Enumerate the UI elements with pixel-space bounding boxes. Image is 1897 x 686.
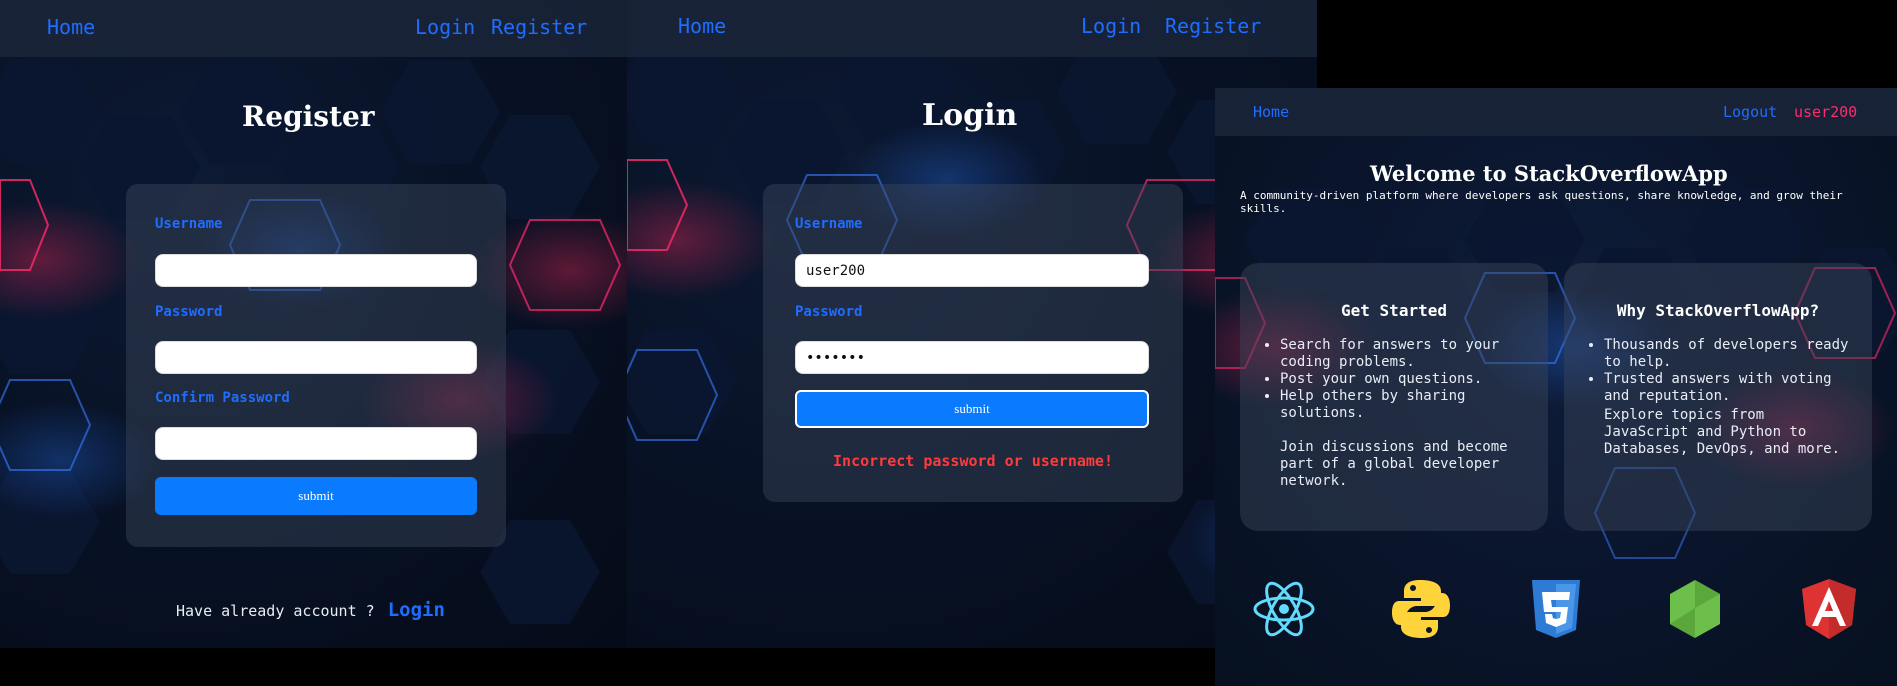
nav-login-link[interactable]: Login	[415, 15, 475, 39]
nav-register-link[interactable]: Register	[1165, 14, 1261, 38]
list-item: Thousands of developers ready to help.	[1604, 337, 1864, 371]
login-link[interactable]: Login	[388, 599, 445, 621]
already-account-text: Have already account ?	[176, 602, 375, 620]
list-item: Search for answers to your coding proble…	[1280, 337, 1540, 371]
react-icon	[1253, 581, 1315, 637]
card-text: Join discussions and become part of a gl…	[1280, 439, 1508, 489]
why-list: Thousands of developers ready to help. T…	[1586, 337, 1864, 405]
navbar: Home Login Register	[0, 0, 627, 57]
get-started-list: Search for answers to your coding proble…	[1262, 337, 1540, 422]
nav-username[interactable]: user200	[1794, 103, 1857, 121]
register-screen: Home Login Register Register Username Pa…	[0, 0, 627, 648]
nav-home-link[interactable]: Home	[47, 15, 95, 39]
already-account-row: Have already account ? Login	[176, 599, 445, 621]
nav-home-link[interactable]: Home	[678, 14, 726, 38]
register-form-card: Username Password Confirm Password submi…	[126, 184, 506, 547]
nav-logout-link[interactable]: Logout	[1723, 103, 1777, 121]
list-item: Help others by sharing solutions.	[1280, 388, 1540, 422]
submit-button[interactable]: submit	[155, 477, 477, 515]
nav-login-link[interactable]: Login	[1081, 14, 1141, 38]
username-label: Username	[155, 216, 223, 232]
css3-icon	[1532, 580, 1580, 638]
page-title: Login	[922, 98, 1018, 133]
login-screen: Home Login Register Login Username Passw…	[627, 0, 1317, 648]
nav-home-link[interactable]: Home	[1253, 103, 1289, 121]
username-input[interactable]	[795, 254, 1149, 287]
card-text: Explore topics from JavaScript and Pytho…	[1604, 407, 1841, 457]
confirm-password-input[interactable]	[155, 427, 477, 460]
list-item: Trusted answers with voting and reputati…	[1604, 371, 1864, 405]
password-label: Password	[155, 304, 223, 320]
password-input[interactable]	[155, 341, 477, 374]
navbar: Home Logout user200	[1215, 88, 1897, 136]
why-card: Why StackOverflowApp? Thousands of devel…	[1564, 263, 1872, 531]
username-label: Username	[795, 216, 863, 232]
confirm-password-label: Confirm Password	[155, 390, 290, 406]
username-input[interactable]	[155, 254, 477, 287]
nav-register-link[interactable]: Register	[491, 15, 587, 39]
card-title: Why StackOverflowApp?	[1616, 301, 1820, 320]
home-screen: Home Logout user200 Welcome to StackOver…	[1215, 88, 1897, 686]
submit-button[interactable]: submit	[795, 390, 1149, 428]
password-input[interactable]	[795, 341, 1149, 374]
list-item: Post your own questions.	[1280, 371, 1540, 388]
password-label: Password	[795, 304, 863, 320]
card-title: Get Started	[1341, 301, 1447, 320]
page-title: Register	[242, 100, 375, 133]
error-message: Incorrect password or username!	[833, 452, 1113, 470]
angular-icon	[1802, 579, 1856, 639]
navbar: Home Login Register	[627, 0, 1317, 57]
page-subtitle: A community-driven platform where develo…	[1240, 189, 1843, 215]
page-title: Welcome to StackOverflowApp	[1370, 161, 1728, 186]
get-started-card: Get Started Search for answers to your c…	[1240, 263, 1548, 531]
login-form-card: Username Password submit Incorrect passw…	[763, 184, 1183, 502]
nodejs-icon	[1670, 580, 1720, 638]
python-icon	[1392, 580, 1450, 638]
